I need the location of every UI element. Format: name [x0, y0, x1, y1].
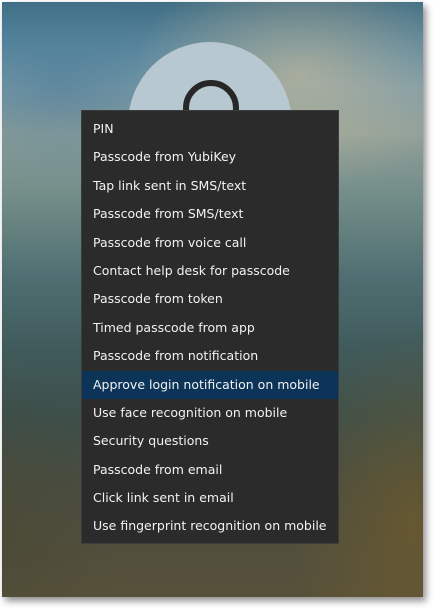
menu-item-passcode-email[interactable]: Passcode from email — [82, 456, 338, 484]
menu-item-security-questions[interactable]: Security questions — [82, 427, 338, 455]
menu-item-passcode-sms[interactable]: Passcode from SMS/text — [82, 200, 338, 228]
menu-item-tap-link-sms[interactable]: Tap link sent in SMS/text — [82, 172, 338, 200]
menu-item-contact-help-desk[interactable]: Contact help desk for passcode — [82, 257, 338, 285]
menu-item-fingerprint-recognition[interactable]: Use fingerprint recognition on mobile — [82, 512, 338, 540]
menu-item-passcode-voice-call[interactable]: Passcode from voice call — [82, 229, 338, 257]
menu-item-pin[interactable]: PIN — [82, 115, 338, 143]
menu-item-timed-passcode-app[interactable]: Timed passcode from app — [82, 314, 338, 342]
menu-item-passcode-yubikey[interactable]: Passcode from YubiKey — [82, 143, 338, 171]
login-screen: PIN Passcode from YubiKey Tap link sent … — [2, 2, 423, 597]
menu-item-passcode-notification[interactable]: Passcode from notification — [82, 342, 338, 370]
menu-item-face-recognition[interactable]: Use face recognition on mobile — [82, 399, 338, 427]
menu-item-passcode-token[interactable]: Passcode from token — [82, 285, 338, 313]
menu-item-approve-login-notification[interactable]: Approve login notification on mobile — [82, 370, 338, 399]
sign-in-options-menu: PIN Passcode from YubiKey Tap link sent … — [81, 110, 339, 544]
menu-item-click-link-email[interactable]: Click link sent in email — [82, 484, 338, 512]
